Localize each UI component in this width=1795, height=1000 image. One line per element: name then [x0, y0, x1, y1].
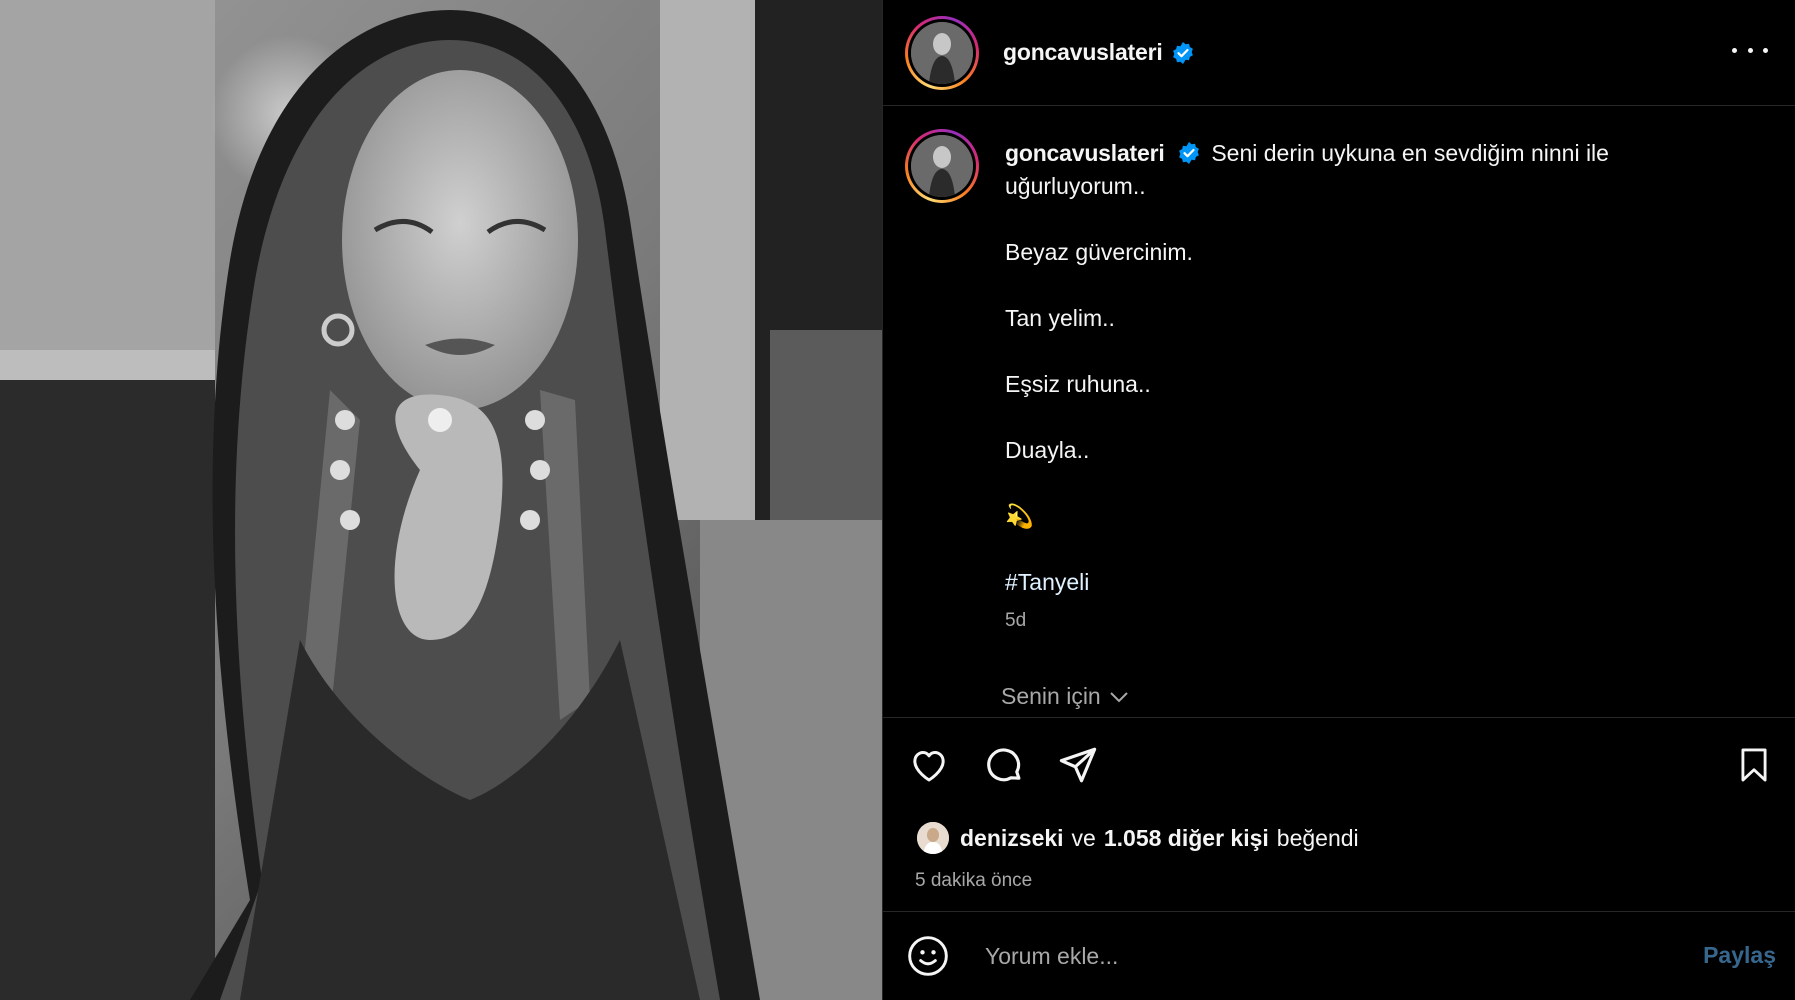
post-side-panel: goncavuslateri goncavuslateri Seni derin…: [882, 0, 1795, 1000]
post-header: goncavuslateri: [883, 0, 1795, 106]
likes-suffix: beğendi: [1276, 824, 1359, 851]
bookmark-icon: [1741, 748, 1767, 782]
liker-username[interactable]: denizseki: [960, 825, 1064, 852]
caption-line: uğurluyorum..: [1005, 173, 1146, 199]
comment-input[interactable]: [985, 936, 1585, 976]
post-photo[interactable]: [0, 0, 882, 1000]
hashtag-link[interactable]: #Tanyeli: [1005, 566, 1725, 599]
post-actions: denizseki ve 1.058 diğer kişi beğendi 5 …: [883, 717, 1795, 912]
caption-line: Tan yelim..: [1005, 305, 1115, 331]
comment-button[interactable]: [981, 742, 1027, 788]
heart-icon: [913, 751, 945, 782]
likes-summary: denizseki ve 1.058 diğer kişi beğendi: [915, 820, 1359, 856]
verified-badge-icon: [1179, 142, 1199, 164]
caption-author-avatar[interactable]: [905, 129, 979, 203]
more-options-button[interactable]: [1732, 36, 1768, 64]
caption-username[interactable]: goncavuslateri: [1005, 140, 1165, 166]
instagram-post-view: goncavuslateri goncavuslateri Seni derin…: [0, 0, 1795, 1000]
caption-text: goncavuslateri Seni derin uykuna en sevd…: [1005, 137, 1725, 599]
likes-connector: ve: [1071, 824, 1096, 851]
caption-line: Duayla..: [1005, 437, 1090, 463]
share-button[interactable]: [1055, 742, 1101, 788]
caption-line: Eşsiz ruhuna..: [1005, 371, 1151, 397]
more-horizontal-icon: [1732, 47, 1737, 53]
like-button[interactable]: [906, 742, 952, 788]
for-you-label: Senin için: [1001, 683, 1101, 709]
emoji-icon: [908, 936, 948, 976]
post-time: 5 dakika önce: [915, 870, 1033, 891]
verified-badge-icon: [1172, 41, 1193, 64]
likes-count-link[interactable]: 1.058 diğer kişi: [1104, 825, 1269, 852]
comment-icon: [987, 748, 1021, 782]
author-avatar[interactable]: [905, 15, 979, 90]
post-comment-button[interactable]: Paylaş: [1703, 942, 1776, 969]
emoji-button[interactable]: [905, 933, 951, 979]
caption-area: goncavuslateri Seni derin uykuna en sevd…: [883, 107, 1795, 717]
caption-timestamp: 5d: [1005, 610, 1027, 631]
caption-line: Beyaz güvercinim.: [1005, 239, 1193, 265]
post-photo-illustration: [0, 0, 882, 1000]
caption-line: Seni derin uykuna en sevdiğim ninni ile: [1211, 140, 1609, 166]
author-username[interactable]: goncavuslateri: [1003, 39, 1163, 66]
caption-emoji: 💫: [1005, 503, 1034, 529]
liker-avatar[interactable]: [915, 820, 951, 856]
comment-bar: Paylaş: [883, 912, 1795, 1000]
chevron-down-icon: [1110, 691, 1128, 702]
for-you-dropdown[interactable]: Senin için: [1001, 683, 1129, 710]
send-icon: [1059, 747, 1097, 783]
save-button[interactable]: [1731, 742, 1777, 788]
